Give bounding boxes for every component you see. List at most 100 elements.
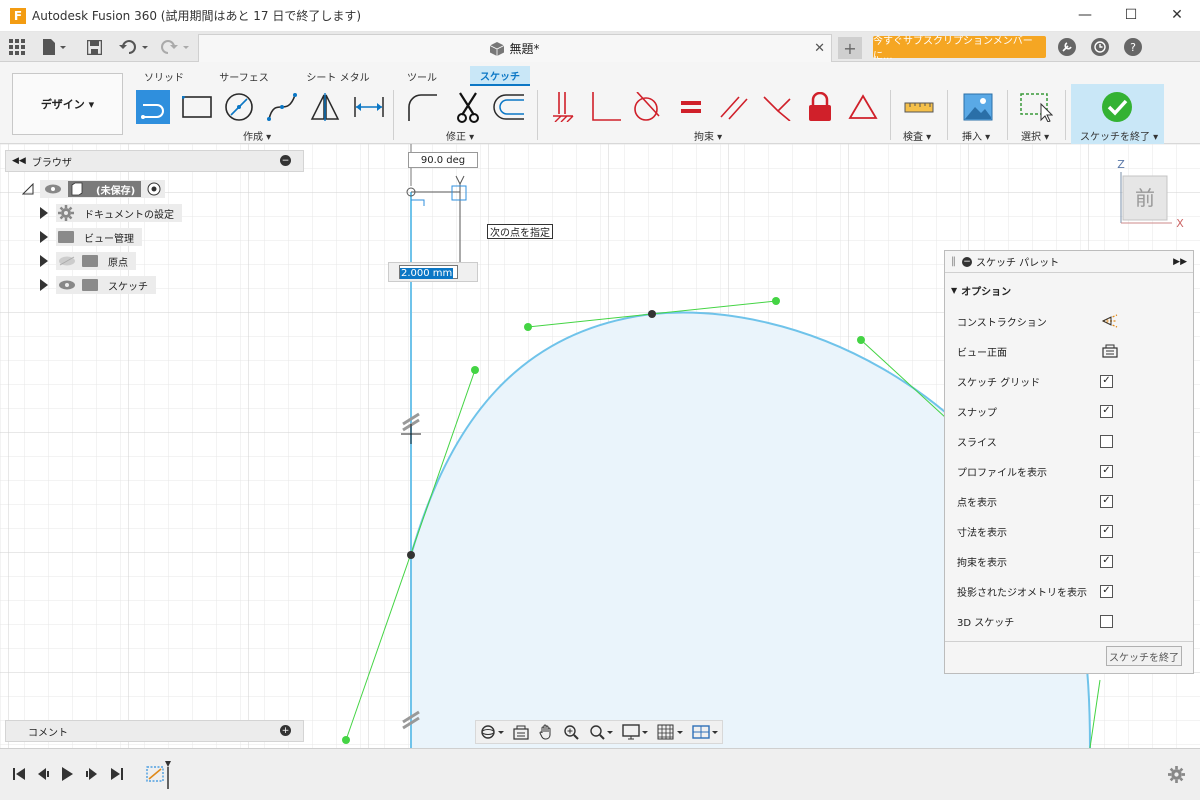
- tangent-handle-point[interactable]: [524, 323, 532, 331]
- fillet-tool-icon[interactable]: [405, 90, 439, 124]
- measure-ruler-icon[interactable]: [902, 90, 936, 124]
- timeline-sketch-feature-icon[interactable]: [145, 759, 175, 789]
- symmetry-constraint-icon[interactable]: [846, 90, 880, 124]
- new-tab-button[interactable]: +: [838, 37, 862, 59]
- palette-minus-icon[interactable]: −: [962, 256, 972, 267]
- checkbox-show-dimensions[interactable]: ✓: [1100, 524, 1113, 538]
- midpoint-constraint-icon[interactable]: [760, 90, 794, 124]
- look-at-icon[interactable]: [513, 724, 529, 740]
- save-icon[interactable]: [87, 37, 102, 57]
- app-grid-icon[interactable]: [9, 37, 25, 57]
- orbit-icon[interactable]: [480, 724, 505, 740]
- tangent-handle-point[interactable]: [342, 736, 350, 744]
- trim-scissors-icon[interactable]: [451, 90, 485, 124]
- group-label-finish-sketch[interactable]: スケッチを終了 ▾: [1080, 128, 1158, 143]
- palette-section-options[interactable]: ▼ オプション: [951, 283, 1011, 298]
- checkbox-show-profile[interactable]: ✓: [1100, 464, 1113, 478]
- step-forward-icon[interactable]: [85, 767, 99, 781]
- add-comment-icon[interactable]: +: [280, 725, 291, 736]
- drag-handle-icon[interactable]: ‖: [951, 256, 956, 267]
- visibility-eye-icon[interactable]: [58, 280, 76, 290]
- mirror-tool-icon[interactable]: [308, 90, 342, 124]
- group-label-modify[interactable]: 修正 ▾: [446, 128, 474, 143]
- construction-toggle-icon[interactable]: [1101, 314, 1119, 328]
- comments-panel-header[interactable]: コメント +: [5, 720, 304, 742]
- collapse-panel-icon[interactable]: ◀◀: [12, 156, 26, 166]
- group-label-select[interactable]: 選択 ▾: [1021, 128, 1049, 143]
- activate-radio-icon[interactable]: [147, 182, 161, 196]
- window-select-icon[interactable]: [1019, 90, 1053, 124]
- tab-sheet-metal[interactable]: シート メタル: [306, 66, 370, 86]
- redo-icon[interactable]: [160, 37, 192, 57]
- panel-minus-icon[interactable]: −: [280, 155, 291, 166]
- zoom-icon[interactable]: [563, 724, 581, 740]
- pan-hand-icon[interactable]: [538, 724, 554, 740]
- group-label-constraints[interactable]: 拘束 ▾: [694, 128, 722, 143]
- palette-finish-sketch-button[interactable]: スケッチを終了: [1106, 646, 1182, 666]
- angle-dimension-input[interactable]: 90.0 deg: [408, 152, 478, 168]
- tangent-constraint-icon[interactable]: [629, 90, 663, 124]
- spline-fit-point[interactable]: [407, 551, 415, 559]
- perpendicular-constraint-icon[interactable]: [588, 90, 622, 124]
- expand-arrow-icon[interactable]: [40, 231, 48, 243]
- expand-arrow-icon[interactable]: [40, 255, 48, 267]
- close-window-button[interactable]: ✕: [1154, 0, 1200, 30]
- tangent-handle-point[interactable]: [857, 336, 865, 344]
- view-cube-face-label[interactable]: 前: [1135, 186, 1155, 210]
- tab-surface[interactable]: サーフェス: [216, 66, 272, 86]
- expanded-triangle-icon[interactable]: [22, 183, 34, 195]
- dimension-tool-icon[interactable]: [352, 90, 386, 124]
- tab-tools[interactable]: ツール: [400, 66, 444, 86]
- look-at-icon[interactable]: [1102, 344, 1118, 358]
- line-tool-icon[interactable]: [136, 90, 170, 124]
- browser-item-document-settings[interactable]: ドキュメントの設定: [40, 203, 182, 223]
- spline-fit-point[interactable]: [648, 310, 656, 318]
- group-label-create[interactable]: 作成 ▾: [243, 128, 271, 143]
- go-to-start-icon[interactable]: [12, 767, 26, 781]
- checkbox-projected-geometry[interactable]: ✓: [1100, 584, 1113, 598]
- expand-arrow-icon[interactable]: [40, 279, 48, 291]
- spline-tool-icon[interactable]: [265, 90, 299, 124]
- finish-sketch-check-icon[interactable]: [1100, 90, 1134, 124]
- undo-icon[interactable]: [119, 37, 151, 57]
- checkbox-3d-sketch[interactable]: [1100, 614, 1113, 628]
- maximize-button[interactable]: ☐: [1108, 0, 1154, 30]
- browser-root-row[interactable]: (未保存): [22, 179, 166, 199]
- fix-constraint-icon[interactable]: [546, 90, 580, 124]
- parallel-constraint-icon[interactable]: [717, 90, 751, 124]
- help-icon[interactable]: ?: [1124, 38, 1142, 56]
- expand-arrow-icon[interactable]: [40, 207, 48, 219]
- display-settings-icon[interactable]: [622, 724, 649, 740]
- visibility-eye-icon[interactable]: [44, 184, 62, 194]
- tangent-handle-point[interactable]: [471, 366, 479, 374]
- browser-item-sketches[interactable]: スケッチ: [40, 275, 156, 295]
- rectangle-tool-icon[interactable]: [180, 90, 214, 124]
- checkbox-slice[interactable]: [1100, 434, 1113, 448]
- timeline-settings-gear-icon[interactable]: [1168, 766, 1185, 783]
- grid-settings-icon[interactable]: [657, 724, 683, 740]
- checkbox-show-constraints[interactable]: ✓: [1100, 554, 1113, 568]
- viewports-icon[interactable]: [691, 724, 718, 740]
- subscribe-button[interactable]: 今すぐサブスクリプションメンバーに...: [873, 36, 1046, 62]
- checkbox-sketch-grid[interactable]: ✓: [1100, 374, 1113, 388]
- group-label-inspect[interactable]: 検査 ▾: [903, 128, 931, 143]
- browser-panel-header[interactable]: ◀◀ ブラウザ −: [5, 150, 304, 172]
- browser-item-origin[interactable]: 原点: [40, 251, 136, 271]
- minimize-button[interactable]: —: [1062, 0, 1108, 30]
- job-status-icon[interactable]: [1058, 38, 1076, 56]
- play-icon[interactable]: [60, 767, 74, 781]
- browser-item-named-views[interactable]: ビュー管理: [40, 227, 142, 247]
- step-back-icon[interactable]: [36, 767, 50, 781]
- circle-tool-icon[interactable]: [222, 90, 256, 124]
- checkbox-show-points[interactable]: ✓: [1100, 494, 1113, 508]
- tangent-handle-point[interactable]: [772, 297, 780, 305]
- offset-tool-icon[interactable]: [492, 90, 526, 124]
- tab-sketch[interactable]: スケッチ: [470, 66, 530, 86]
- document-tab[interactable]: 無題* ✕: [198, 34, 832, 62]
- group-label-insert[interactable]: 挿入 ▾: [962, 128, 990, 143]
- workspace-switcher[interactable]: デザイン ▾: [12, 73, 123, 135]
- lock-constraint-icon[interactable]: [803, 90, 837, 124]
- clock-icon[interactable]: [1091, 38, 1109, 56]
- insert-image-icon[interactable]: [961, 90, 995, 124]
- checkbox-snap[interactable]: ✓: [1100, 404, 1113, 418]
